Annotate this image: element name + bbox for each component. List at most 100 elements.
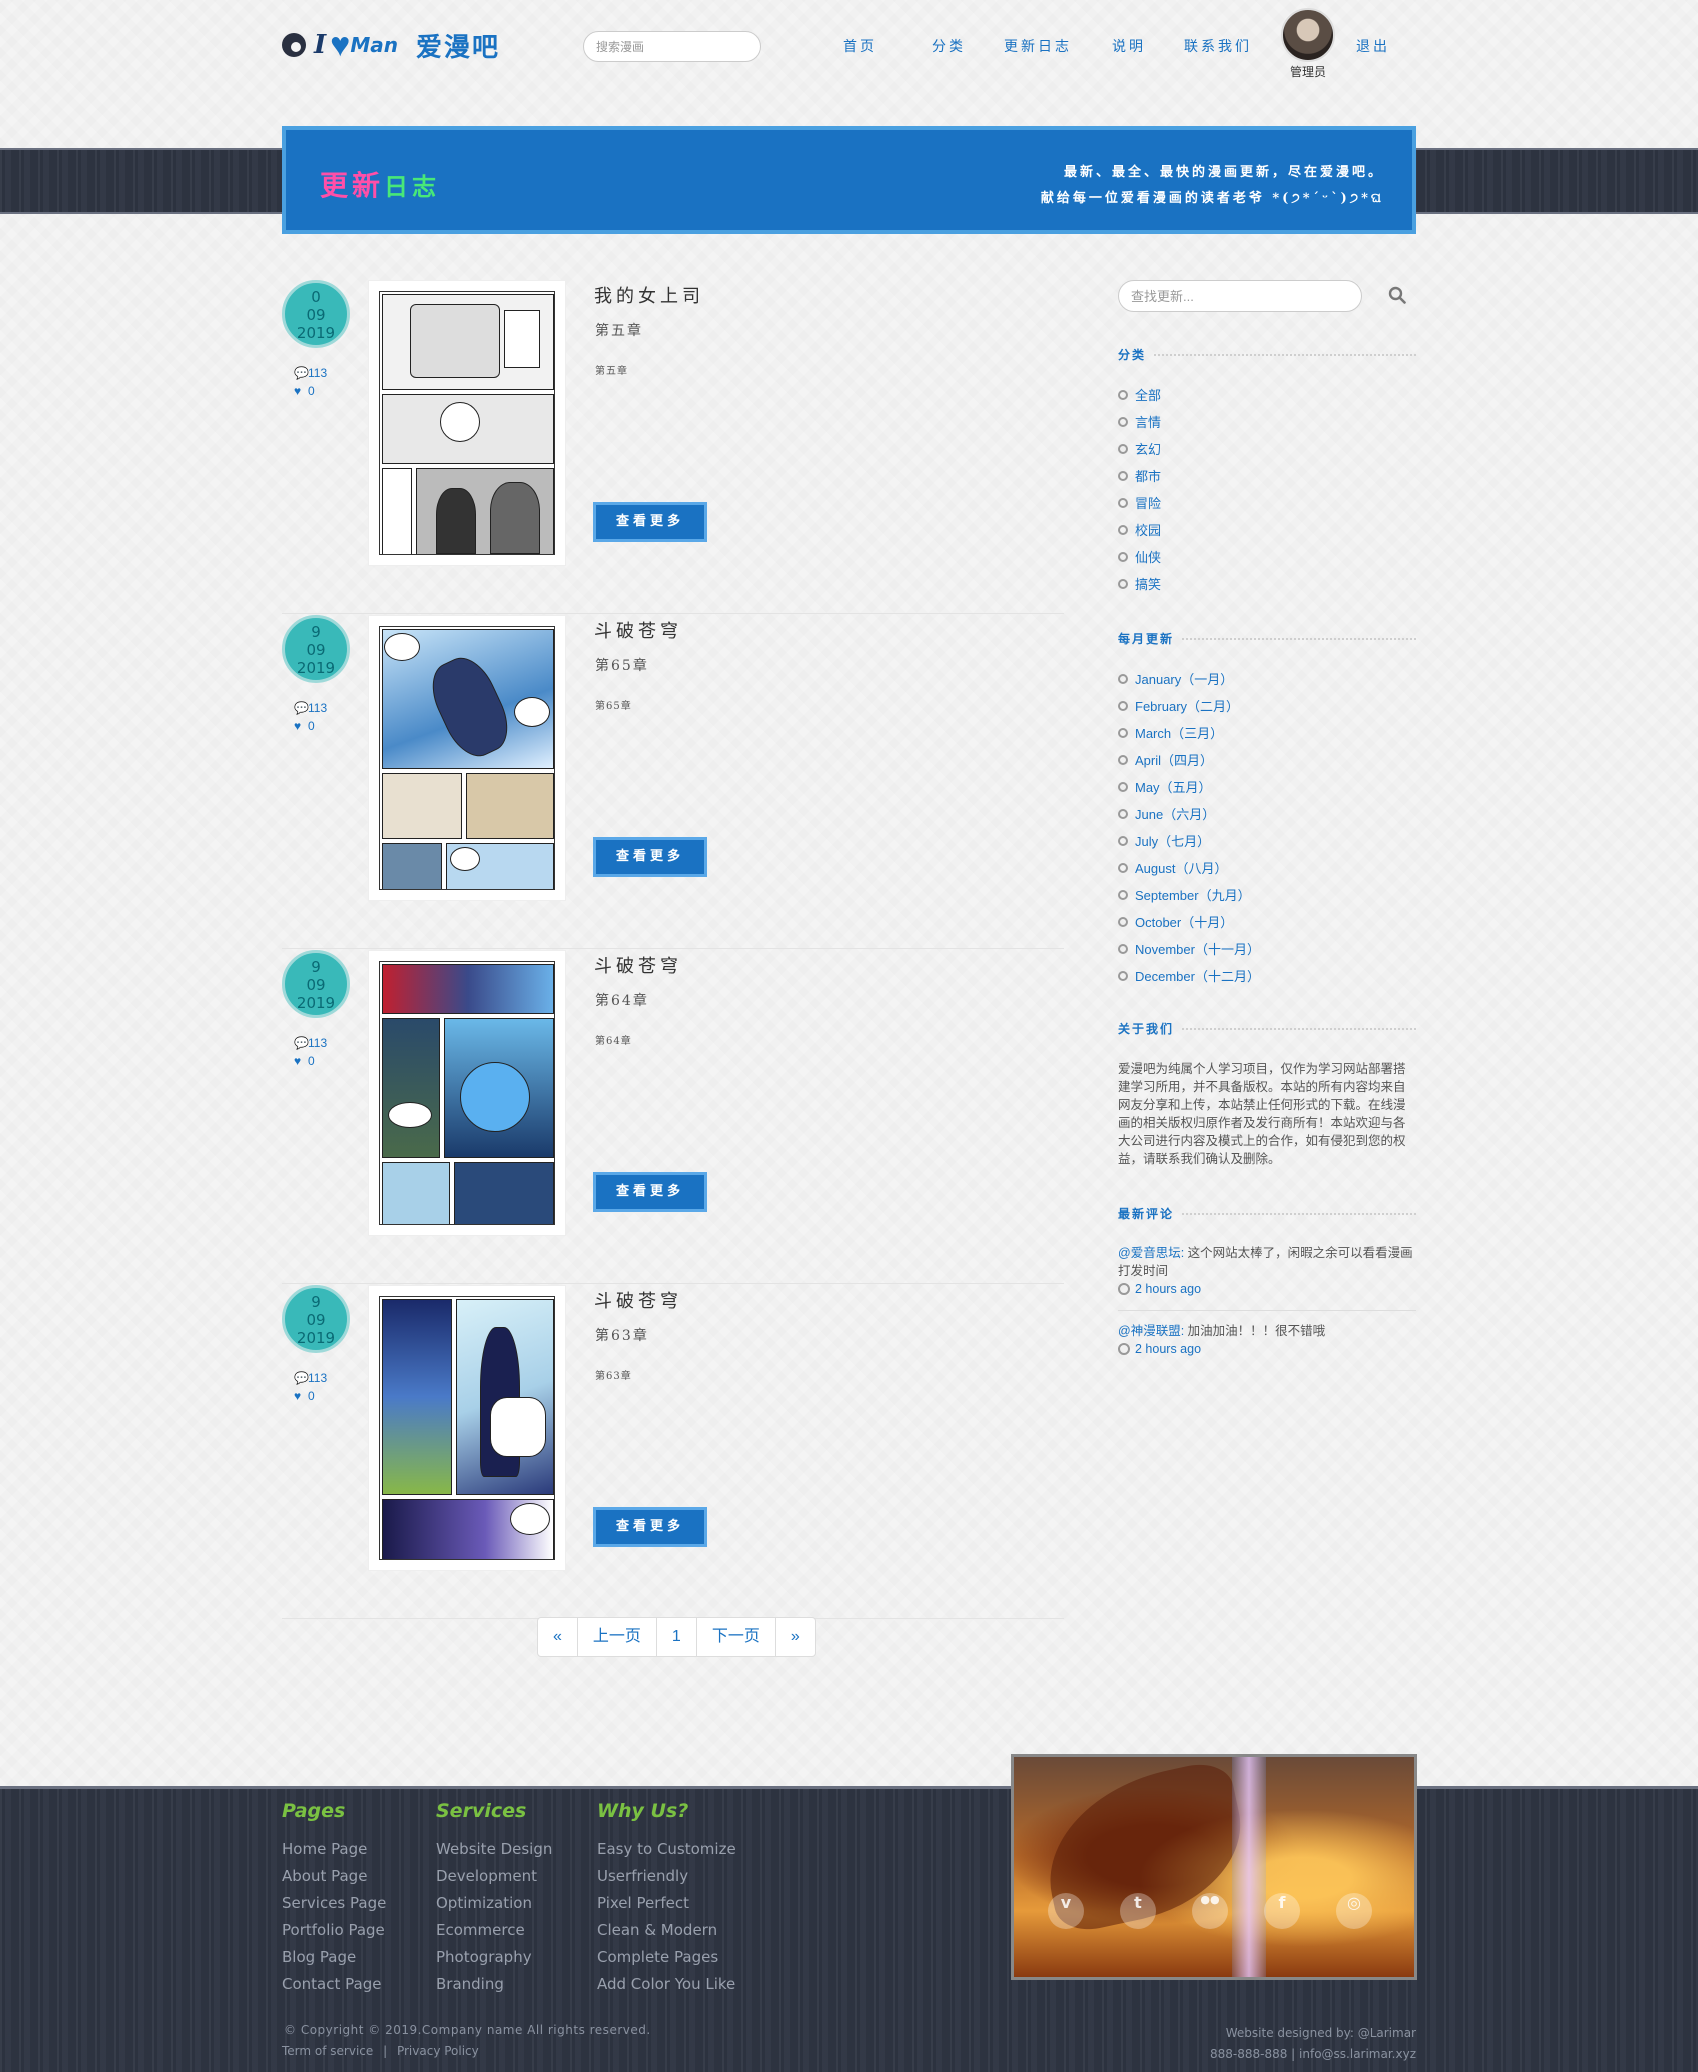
month-item[interactable]: May（五月） — [1118, 773, 1260, 800]
bullet-icon — [1118, 754, 1128, 765]
bullet-icon — [1118, 497, 1128, 508]
month-item[interactable]: February（二月） — [1118, 692, 1260, 719]
bullet-icon — [1118, 700, 1128, 711]
footer-link[interactable]: Userfriendly — [597, 1863, 736, 1890]
footer-link[interactable]: Clean & Modern — [597, 1917, 736, 1944]
month-item[interactable]: April（四月） — [1118, 746, 1260, 773]
comment-count[interactable]: 113 — [308, 1371, 327, 1385]
footer-link[interactable]: Home Page — [282, 1836, 386, 1863]
search-icon[interactable] — [1388, 286, 1406, 304]
post-title[interactable]: 斗破苍穹 — [594, 617, 682, 643]
month-item[interactable]: July（七月） — [1118, 827, 1260, 854]
nav-home[interactable]: 首页 — [843, 36, 877, 56]
category-item[interactable]: 冒险 — [1118, 489, 1161, 516]
post-item: 9 09 2019 💬113 ♥ 0 斗破苍穹 第63章 第63章 查看更多 — [282, 1283, 1064, 1619]
month-item[interactable]: June（六月） — [1118, 800, 1260, 827]
comment-item: @神漫联盟: 加油加油！！！很不错哦 2 hours ago — [1118, 1322, 1416, 1358]
footer-link[interactable]: Development — [436, 1863, 552, 1890]
bullet-icon — [1118, 673, 1128, 684]
category-item[interactable]: 仙侠 — [1118, 543, 1161, 570]
nav-about[interactable]: 说明 — [1112, 36, 1146, 56]
terms-link[interactable]: Term of service — [282, 2044, 373, 2058]
flickr-icon[interactable]: ●● — [1192, 1893, 1228, 1929]
month-item[interactable]: September（九月） — [1118, 881, 1260, 908]
month-item[interactable]: March（三月） — [1118, 719, 1260, 746]
category-item[interactable]: 玄幻 — [1118, 435, 1161, 462]
footer-link[interactable]: Branding — [436, 1971, 552, 1998]
footer-link[interactable]: Complete Pages — [597, 1944, 736, 1971]
bullet-icon — [1118, 578, 1128, 589]
page-prev[interactable]: 上一页 — [578, 1618, 657, 1656]
site-logo[interactable]: I ♥ Man 爱漫吧 — [282, 28, 500, 63]
month-item[interactable]: January（一月） — [1118, 665, 1260, 692]
footer-link[interactable]: Website Design — [436, 1836, 552, 1863]
month-item[interactable]: December（十二月） — [1118, 962, 1260, 989]
comment-user[interactable]: @爱音思坛: — [1118, 1246, 1184, 1260]
footer-link[interactable]: Optimization — [436, 1890, 552, 1917]
category-item[interactable]: 都市 — [1118, 462, 1161, 489]
category-item[interactable]: 全部 — [1118, 381, 1161, 408]
read-more-button[interactable]: 查看更多 — [593, 1172, 707, 1212]
update-search-input[interactable] — [1118, 280, 1362, 312]
footer-link[interactable]: Portfolio Page — [282, 1917, 386, 1944]
page-title: 更新日志 — [320, 169, 441, 202]
privacy-link[interactable]: Privacy Policy — [397, 2044, 479, 2058]
category-item[interactable]: 校园 — [1118, 516, 1161, 543]
footer-link[interactable]: Services Page — [282, 1890, 386, 1917]
post-stats: 💬113 ♥ 0 — [294, 1369, 327, 1405]
nav-changelog[interactable]: 更新日志 — [1004, 36, 1072, 56]
nav-contact[interactable]: 联系我们 — [1184, 36, 1252, 56]
comment-count[interactable]: 113 — [308, 366, 327, 380]
user-avatar[interactable] — [1281, 8, 1335, 62]
bullet-icon — [1118, 916, 1128, 927]
nav-categories[interactable]: 分类 — [932, 36, 966, 56]
footer-link[interactable]: About Page — [282, 1863, 386, 1890]
read-more-button[interactable]: 查看更多 — [593, 837, 707, 877]
like-count[interactable]: 0 — [308, 1389, 315, 1403]
month-item[interactable]: November（十一月） — [1118, 935, 1260, 962]
dribbble-icon[interactable]: ◎ — [1336, 1893, 1372, 1929]
footer-link[interactable]: Ecommerce — [436, 1917, 552, 1944]
nav-logout[interactable]: 退出 — [1356, 36, 1390, 56]
post-thumbnail[interactable] — [368, 1285, 566, 1571]
page-banner: 更新日志 最新、最全、最快的漫画更新，尽在爱漫吧。 献给每一位爱看漫画的读者老爷… — [282, 126, 1416, 234]
footer-link[interactable]: Photography — [436, 1944, 552, 1971]
month-item[interactable]: August（八月） — [1118, 854, 1260, 881]
post-thumbnail[interactable] — [368, 950, 566, 1236]
month-item[interactable]: October（十月） — [1118, 908, 1260, 935]
like-count[interactable]: 0 — [308, 1054, 315, 1068]
post-title[interactable]: 斗破苍穹 — [594, 952, 682, 978]
post-thumbnail[interactable] — [368, 615, 566, 901]
comic-page-image — [379, 961, 555, 1225]
post-title[interactable]: 斗破苍穹 — [594, 1287, 682, 1313]
vimeo-icon[interactable]: v — [1048, 1893, 1084, 1929]
comment-count[interactable]: 113 — [308, 1036, 327, 1050]
bullet-icon — [1118, 416, 1128, 427]
post-excerpt: 第64章 — [595, 1036, 632, 1047]
read-more-button[interactable]: 查看更多 — [593, 1507, 707, 1547]
twitter-icon[interactable]: t — [1120, 1893, 1156, 1929]
comment-count[interactable]: 113 — [308, 701, 327, 715]
about-text: 爱漫吧为纯属个人学习项目，仅作为学习网站部署搭建学习所用，并不具备版权。本站的所… — [1118, 1062, 1406, 1166]
comment-user[interactable]: @神漫联盟: — [1118, 1324, 1184, 1338]
footer-link[interactable]: Pixel Perfect — [597, 1890, 736, 1917]
page-last[interactable]: » — [776, 1618, 815, 1656]
heart-icon: ♥ — [294, 1054, 302, 1068]
post-thumbnail[interactable] — [368, 280, 566, 566]
post-stats: 💬113 ♥ 0 — [294, 364, 327, 400]
page-next[interactable]: 下一页 — [697, 1618, 776, 1656]
post-title[interactable]: 我的女上司 — [594, 282, 704, 308]
footer-link[interactable]: Easy to Customize — [597, 1836, 736, 1863]
facebook-icon[interactable]: f — [1264, 1893, 1300, 1929]
footer-link[interactable]: Contact Page — [282, 1971, 386, 1998]
category-item[interactable]: 言情 — [1118, 408, 1161, 435]
footer-link[interactable]: Blog Page — [282, 1944, 386, 1971]
like-count[interactable]: 0 — [308, 384, 315, 398]
comic-search-input[interactable] — [583, 31, 761, 62]
page-number[interactable]: 1 — [657, 1618, 697, 1656]
footer-link[interactable]: Add Color You Like — [597, 1971, 736, 1998]
page-first[interactable]: « — [538, 1618, 578, 1656]
category-item[interactable]: 搞笑 — [1118, 570, 1161, 597]
read-more-button[interactable]: 查看更多 — [593, 502, 707, 542]
like-count[interactable]: 0 — [308, 719, 315, 733]
